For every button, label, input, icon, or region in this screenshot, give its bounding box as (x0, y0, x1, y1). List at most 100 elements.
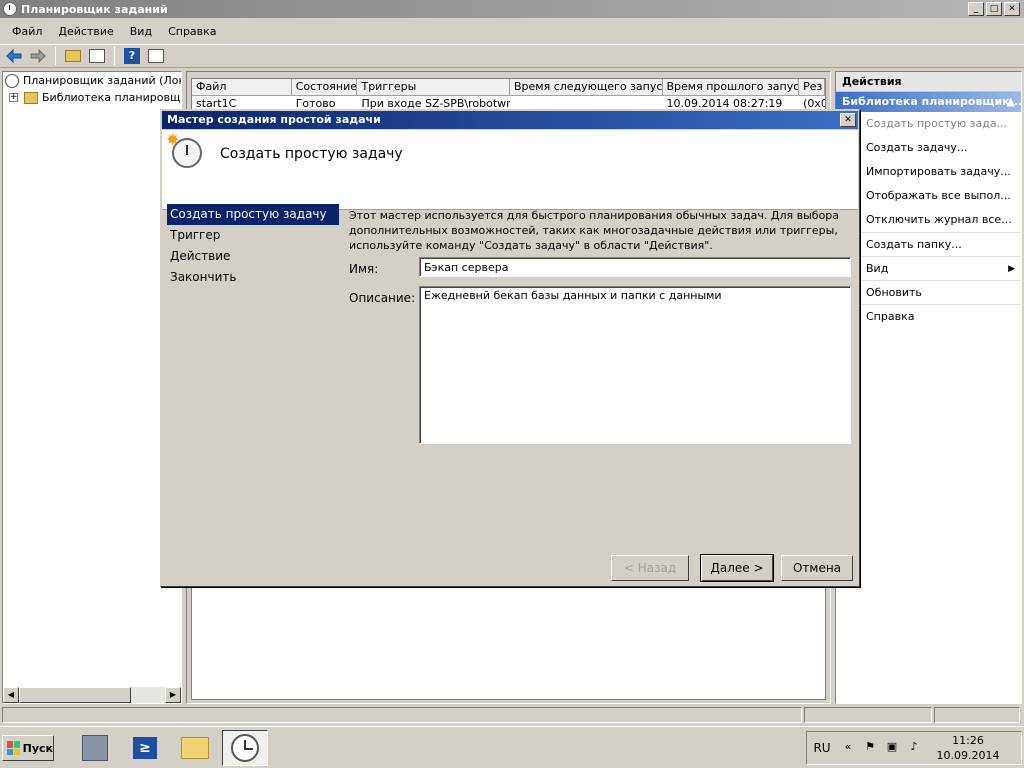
clock-icon (3, 2, 17, 16)
expand-icon[interactable]: + (9, 93, 18, 102)
menu-file[interactable]: Файл (4, 25, 50, 38)
column-header-name[interactable]: Файл (192, 79, 292, 96)
scroll-right-button[interactable]: ▶ (165, 687, 181, 703)
column-header-last-run[interactable]: Время прошлого запуска (662, 79, 800, 96)
actions-pane: Действия Библиотека планировщик... ▲ Соз… (835, 71, 1022, 704)
task-description-textarea[interactable]: Ежедневнй бекап базы данных и папки с да… (419, 286, 851, 444)
actions-section-label: Библиотека планировщик... (842, 95, 1021, 108)
scroll-left-button[interactable]: ◀ (3, 687, 19, 703)
status-panel (804, 707, 932, 723)
taskbar-powershell[interactable]: ≥ (122, 730, 168, 766)
library-folder-icon (24, 91, 38, 104)
action-disable-history[interactable]: Отключить журнал все... (836, 208, 1021, 232)
dialog-heading: Создать простую задачу (220, 146, 403, 162)
actions-section-library[interactable]: Библиотека планировщик... ▲ (836, 92, 1021, 112)
dialog-titlebar[interactable]: Мастер создания простой задачи ✕ (162, 111, 858, 129)
window-controls: _ □ ✕ (968, 2, 1020, 16)
task-wizard-icon (166, 130, 202, 168)
system-tray: RU « ⚑ ▣ ♪ 11:26 10.09.2014 (806, 731, 1022, 765)
step-create-basic-task[interactable]: Создать простую задачу (167, 204, 339, 225)
action-create-task[interactable]: Создать задачу... (836, 136, 1021, 160)
back-arrow-icon[interactable] (4, 46, 24, 66)
name-label: Имя: (349, 262, 379, 276)
up-folder-icon[interactable] (63, 46, 83, 66)
action-center-flag-icon[interactable]: ⚑ (862, 740, 878, 756)
windows-logo-icon (7, 741, 20, 755)
dialog-title: Мастер создания простой задачи (167, 113, 381, 126)
start-button[interactable]: Пуск (2, 735, 54, 761)
action-import-task[interactable]: Импортировать задачу... (836, 160, 1021, 184)
volume-icon[interactable]: ♪ (906, 740, 922, 756)
tree-horizontal-scrollbar[interactable]: ◀ ▶ (3, 687, 181, 703)
task-name-input[interactable] (419, 257, 851, 277)
task-scheduler-icon (231, 734, 259, 762)
server-manager-icon (82, 735, 108, 761)
powershell-icon: ≥ (133, 737, 157, 759)
create-basic-task-wizard: Мастер создания простой задачи ✕ Создать… (160, 109, 860, 587)
window-title: Планировщик заданий (21, 2, 168, 16)
toolbar: ? (0, 44, 1024, 68)
tray-clock[interactable]: 11:26 10.09.2014 (933, 733, 1003, 763)
clock-time: 11:26 (952, 734, 984, 747)
clock-date: 10.09.2014 (936, 749, 1000, 762)
show-hidden-icons-button[interactable]: « (840, 740, 856, 756)
step-trigger[interactable]: Триггер (167, 225, 339, 246)
tree-item-label: Планировщик заданий (Локал (23, 74, 181, 87)
submenu-arrow-icon: ▶ (1008, 264, 1015, 274)
window-titlebar[interactable]: Планировщик заданий _ □ ✕ (0, 0, 1024, 18)
tree-item-label: Библиотека планировщика (42, 91, 181, 104)
menu-action[interactable]: Действие (50, 25, 121, 38)
dialog-header: Создать простую задачу (162, 130, 858, 210)
action-view[interactable]: Вид ▶ (836, 256, 1021, 280)
column-header-triggers[interactable]: Триггеры (357, 79, 510, 96)
next-button[interactable]: Далее > (700, 554, 774, 582)
menu-view[interactable]: Вид (122, 25, 160, 38)
taskbar-task-scheduler[interactable] (222, 730, 268, 766)
status-bar (0, 706, 1024, 724)
collapse-icon[interactable]: ▲ (1007, 92, 1015, 112)
step-action[interactable]: Действие (167, 246, 339, 267)
scroll-thumb[interactable] (19, 687, 131, 703)
status-panel (2, 707, 802, 723)
taskbar-explorer[interactable] (172, 730, 218, 766)
actions-header: Действия (836, 72, 1021, 92)
action-refresh[interactable]: Обновить (836, 280, 1021, 304)
help-icon[interactable]: ? (122, 46, 142, 66)
toolbar-separator (114, 47, 115, 65)
menu-help[interactable]: Справка (160, 25, 224, 38)
close-button[interactable]: ✕ (1004, 2, 1020, 16)
taskbar-server-manager[interactable] (72, 730, 118, 766)
dialog-close-button[interactable]: ✕ (840, 113, 856, 127)
column-header-status[interactable]: Состояние (291, 79, 358, 96)
wizard-intro-text: Этот мастер используется для быстрого пл… (349, 209, 840, 252)
status-panel (934, 707, 1020, 723)
description-label: Описание: (349, 291, 416, 305)
start-label: Пуск (22, 741, 53, 755)
language-indicator[interactable]: RU (807, 741, 837, 755)
step-finish[interactable]: Закончить (167, 267, 339, 288)
show-hide-actions-icon[interactable] (146, 46, 166, 66)
back-button[interactable]: < Назад (611, 555, 689, 581)
taskbar: Пуск ≥ RU « ⚑ ▣ ♪ 11:26 10.09.2014 (0, 726, 1024, 768)
toolbar-separator (55, 47, 56, 65)
restore-button[interactable]: □ (986, 2, 1002, 16)
forward-arrow-icon[interactable] (28, 46, 48, 66)
minimize-button[interactable]: _ (968, 2, 984, 16)
action-new-folder[interactable]: Создать папку... (836, 232, 1021, 256)
column-header-result[interactable]: Рез (799, 79, 825, 96)
action-display-all-running[interactable]: Отображать все выпол... (836, 184, 1021, 208)
clock-icon (5, 73, 19, 88)
show-hide-tree-icon[interactable] (87, 46, 107, 66)
task-list-header: Файл Состояние Триггеры Время следующего… (192, 79, 825, 96)
tree-item-task-scheduler[interactable]: Планировщик заданий (Локал (3, 72, 181, 89)
action-create-basic-task[interactable]: Создать простую зада... (836, 112, 1021, 136)
explorer-folder-icon (181, 737, 209, 759)
network-icon[interactable]: ▣ (884, 740, 900, 756)
column-header-next-run[interactable]: Время следующего запуска (510, 79, 663, 96)
cancel-button[interactable]: Отмена (781, 555, 853, 581)
tree-item-library[interactable]: + Библиотека планировщика (3, 89, 181, 106)
menu-bar: Файл Действие Вид Справка (0, 20, 1024, 42)
console-tree: Планировщик заданий (Локал + Библиотека … (2, 71, 182, 704)
wizard-steps: Создать простую задачу Триггер Действие … (167, 204, 339, 288)
action-help[interactable]: Справка (836, 304, 1021, 328)
